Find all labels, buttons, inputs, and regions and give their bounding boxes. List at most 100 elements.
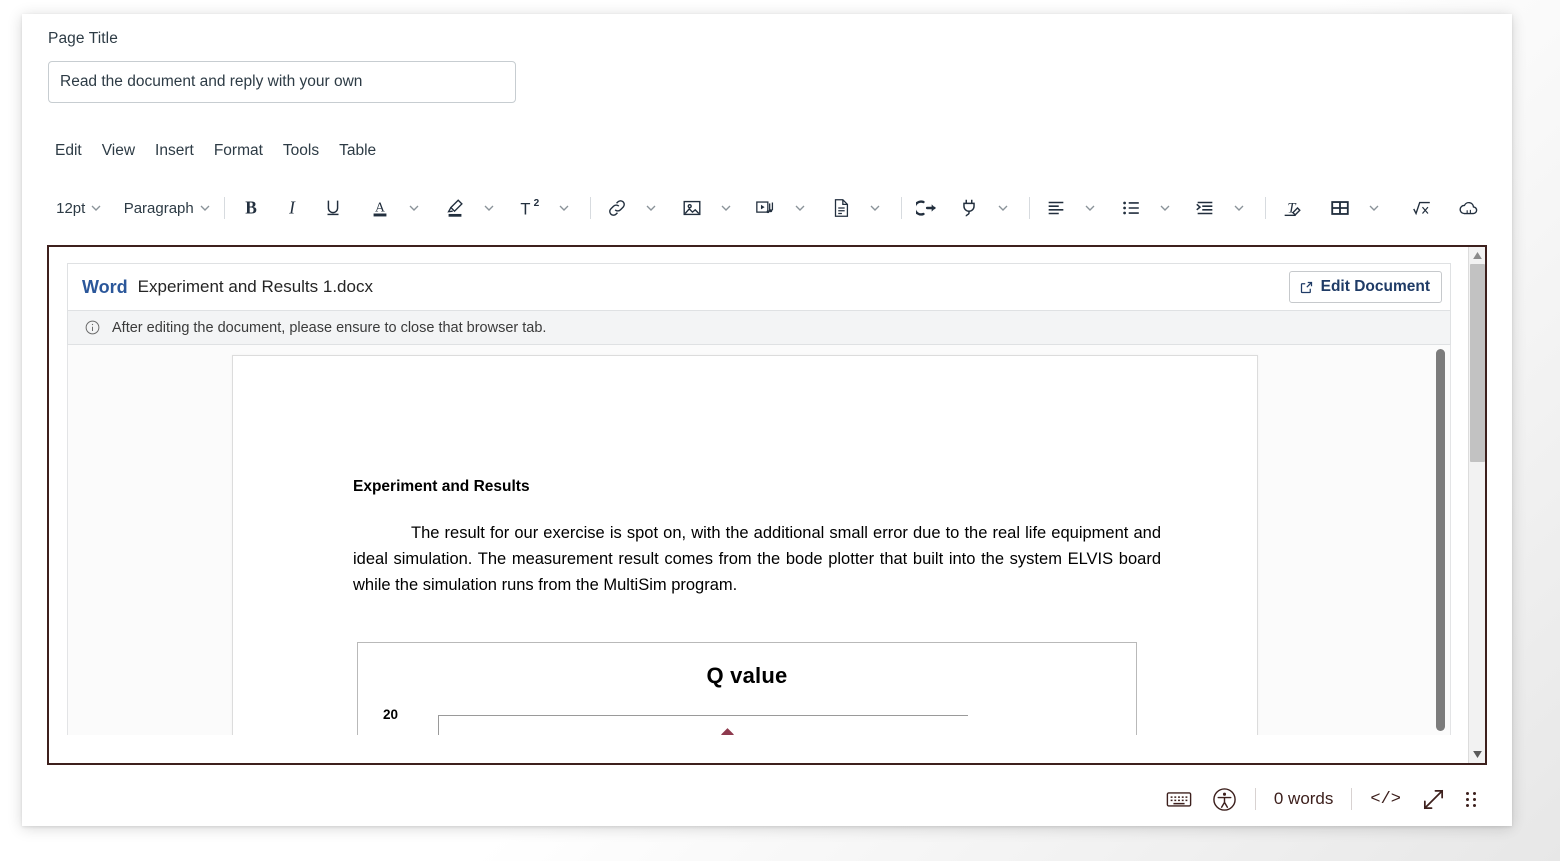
page-title-input[interactable]: [48, 61, 516, 103]
app-root: Page Title Edit View Insert Format Tools…: [0, 0, 1560, 861]
scroll-down-arrow-icon[interactable]: [1469, 746, 1485, 763]
superscript-icon: T 2: [517, 197, 543, 219]
list-dropdown[interactable]: [1148, 191, 1182, 225]
apps-button[interactable]: [952, 191, 986, 225]
highlight-color-dropdown[interactable]: [472, 191, 506, 225]
chart-ytick-18: 18: [364, 733, 398, 735]
document-button[interactable]: [824, 191, 858, 225]
svg-text:A: A: [375, 200, 385, 215]
media-button[interactable]: [749, 191, 783, 225]
equation-button[interactable]: [1405, 191, 1439, 225]
menu-item-tools[interactable]: Tools: [274, 138, 328, 164]
chart-ytick-20: 20: [382, 707, 398, 722]
document-viewer-scrollbar[interactable]: [1436, 349, 1445, 731]
chevron-down-icon: [1231, 200, 1247, 216]
image-button[interactable]: [675, 191, 709, 225]
document-body: Experiment and Results The result for ou…: [233, 356, 1257, 735]
superscript-button[interactable]: T 2: [513, 191, 547, 225]
media-dropdown[interactable]: [783, 191, 817, 225]
cloud-button[interactable]: [1452, 191, 1486, 225]
menu-item-edit[interactable]: Edit: [46, 138, 91, 164]
chart-data-point: [721, 728, 734, 735]
document-dropdown[interactable]: [858, 191, 892, 225]
chevron-down-icon: [1082, 200, 1098, 216]
menu-item-insert[interactable]: Insert: [146, 138, 203, 164]
link-dropdown[interactable]: [634, 191, 668, 225]
clear-formatting-icon: T: [1280, 197, 1304, 219]
toolbar-divider: [901, 197, 903, 219]
code-icon: </>: [1370, 789, 1401, 809]
bullet-list-button[interactable]: [1114, 191, 1148, 225]
menu-item-view[interactable]: View: [93, 138, 144, 164]
word-count: 0 words: [1273, 789, 1334, 808]
indent-dropdown[interactable]: [1222, 191, 1256, 225]
underline-button[interactable]: [316, 191, 350, 225]
menu-item-table[interactable]: Table: [330, 138, 385, 164]
toolbar-divider: [1028, 197, 1030, 219]
highlight-color-group: [438, 191, 506, 225]
chart-plot-area: 20 18: [358, 705, 1136, 735]
accessibility-icon: [1212, 787, 1237, 812]
apps-dropdown[interactable]: [986, 191, 1020, 225]
accessibility-checker-button[interactable]: [1202, 784, 1247, 814]
keyboard-shortcuts-button[interactable]: [1156, 784, 1202, 814]
scroll-up-arrow-icon[interactable]: [1469, 247, 1485, 264]
media-icon: [754, 197, 778, 219]
editor-scrollbar[interactable]: [1468, 247, 1485, 763]
chevron-down-icon: [792, 200, 808, 216]
bold-icon: B: [240, 197, 262, 219]
drag-dots-icon: [1466, 791, 1477, 807]
document-icon: [830, 197, 852, 219]
document-file-name: Experiment and Results 1.docx: [137, 277, 373, 296]
italic-icon: I: [281, 197, 303, 219]
link-button[interactable]: [600, 191, 634, 225]
chart-q-value: Q value 20 18: [357, 642, 1137, 735]
rich-text-editor[interactable]: Word Experiment and Results 1.docx Edit …: [47, 245, 1487, 765]
document-preview-header: Word Experiment and Results 1.docx Edit …: [67, 263, 1451, 310]
equation-icon: [1410, 197, 1434, 219]
font-size-dropdown[interactable]: 12pt: [46, 191, 107, 225]
fullscreen-button[interactable]: [1411, 784, 1456, 814]
chevron-down-icon: [995, 200, 1011, 216]
fullscreen-icon: [1421, 787, 1446, 812]
bullet-list-icon: [1120, 197, 1142, 219]
highlight-color-button[interactable]: [438, 191, 472, 225]
editor-scrollbar-thumb[interactable]: [1470, 264, 1485, 462]
external-tool-button[interactable]: [911, 191, 945, 225]
italic-button[interactable]: I: [275, 191, 309, 225]
chevron-down-icon: [1157, 200, 1173, 216]
align-button[interactable]: [1039, 191, 1073, 225]
resize-handle[interactable]: [1456, 784, 1487, 814]
font-size-value: 12pt: [56, 199, 86, 217]
table-button[interactable]: [1323, 191, 1357, 225]
align-left-icon: [1045, 197, 1067, 219]
document-group: [824, 191, 892, 225]
superscript-dropdown[interactable]: [547, 191, 581, 225]
toolbar-divider: [589, 197, 591, 219]
chevron-down-icon: [1366, 200, 1382, 216]
bold-button[interactable]: B: [234, 191, 268, 225]
toolbar-divider: [1265, 197, 1267, 219]
page-title-label: Page Title: [48, 30, 118, 47]
text-color-dropdown[interactable]: [397, 191, 431, 225]
menu-item-format[interactable]: Format: [205, 138, 272, 164]
document-notice-text: After editing the document, please ensur…: [112, 319, 547, 336]
html-editor-button[interactable]: </>: [1360, 784, 1411, 814]
align-dropdown[interactable]: [1073, 191, 1107, 225]
edit-document-label: Edit Document: [1320, 278, 1430, 295]
block-format-dropdown[interactable]: Paragraph: [114, 191, 215, 225]
indent-icon: [1194, 197, 1216, 219]
indent-button[interactable]: [1188, 191, 1222, 225]
text-color-button[interactable]: A: [363, 191, 397, 225]
link-icon: [606, 197, 628, 219]
chevron-down-icon: [643, 200, 659, 216]
text-color-group: A: [363, 191, 431, 225]
chart-gridline: [438, 715, 968, 716]
document-viewer[interactable]: Experiment and Results The result for ou…: [67, 345, 1451, 735]
cloud-icon: [1457, 197, 1481, 219]
chevron-down-icon: [867, 200, 883, 216]
image-dropdown[interactable]: [709, 191, 743, 225]
edit-document-button[interactable]: Edit Document: [1288, 271, 1442, 303]
table-dropdown[interactable]: [1357, 191, 1391, 225]
clear-formatting-button[interactable]: T: [1275, 191, 1309, 225]
